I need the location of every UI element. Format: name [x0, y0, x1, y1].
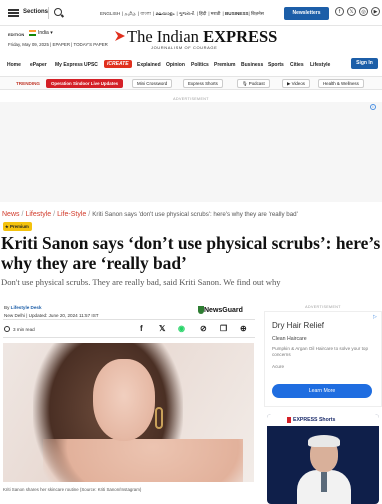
- advertisement-slot[interactable]: [0, 102, 382, 202]
- x-share-icon[interactable]: 𝕏: [159, 324, 165, 333]
- author-link[interactable]: Lifestyle Desk: [11, 305, 42, 310]
- image-caption: Kriti Sanon shares her skincare routine …: [3, 487, 142, 492]
- express-shorts-widget[interactable]: EXPRESS Shorts: [267, 414, 379, 504]
- lang-link[interactable]: தமிழ்: [125, 11, 136, 16]
- nav-cities[interactable]: Cities: [290, 62, 304, 68]
- shorts-thumbnail[interactable]: [297, 435, 351, 504]
- newsletters-button[interactable]: Newsletters: [284, 7, 329, 20]
- trending-bar: TRENDING Operation Sindoor Live Updates …: [0, 76, 382, 90]
- x-icon[interactable]: 𝕏: [347, 7, 356, 16]
- article-hero-image: [3, 343, 254, 482]
- ad-title: Dry Hair Relief: [272, 321, 325, 330]
- facebook-icon[interactable]: f: [335, 7, 344, 16]
- breadcrumb-current: Kriti Sanon says 'don't use physical scr…: [92, 211, 298, 218]
- divider: [3, 337, 255, 338]
- byline: By Lifestyle Desk: [4, 305, 42, 310]
- ad-sponsor: Acure: [272, 364, 285, 369]
- nav-sports[interactable]: Sports: [268, 62, 284, 68]
- instagram-icon[interactable]: ◎: [359, 7, 368, 16]
- article-headline: Kriti Sanon says ‘don’t use physical scr…: [1, 233, 381, 273]
- lang-link[interactable]: ગુજરાતી: [179, 11, 195, 16]
- breadcrumb-news[interactable]: News: [2, 211, 20, 218]
- date-bar: Friday, May 09, 2025 | EPAPER | TODAY'S …: [8, 42, 108, 47]
- nav-opinion[interactable]: Opinion: [166, 62, 185, 68]
- facebook-share-icon[interactable]: f: [140, 324, 143, 333]
- nav-premium[interactable]: Premium: [214, 62, 235, 68]
- article-standfirst: Don't use physical scrubs. They are real…: [1, 277, 281, 287]
- lang-link[interactable]: ENGLISH: [100, 11, 120, 16]
- current-date: Friday, May 09, 2025: [8, 42, 49, 47]
- shorts-logo-icon: [287, 417, 291, 423]
- logo-tagline: JOURNALISM OF COURAGE: [151, 45, 218, 50]
- lang-link[interactable]: हिंदी: [199, 11, 206, 16]
- sections-label[interactable]: Sections: [23, 9, 48, 15]
- logo-indian: Indian: [156, 27, 204, 46]
- trending-label: TRENDING: [16, 81, 40, 86]
- lang-link[interactable]: बिज़नेस: [251, 11, 264, 16]
- trending-chip[interactable]: Operation Sindoor Live Updates: [46, 79, 124, 88]
- nav-epaper[interactable]: ePaper: [30, 62, 47, 68]
- nav-my-express[interactable]: My Express: [55, 62, 83, 68]
- nav-politics[interactable]: Politics: [191, 62, 209, 68]
- nav-explained[interactable]: Explained: [137, 62, 161, 68]
- logo-the: The: [127, 27, 157, 46]
- trending-chip[interactable]: Health & Wellness: [318, 79, 364, 88]
- trending-chip[interactable]: Express Shorts: [183, 79, 223, 88]
- clock-icon: [4, 326, 10, 332]
- logo-arrow-icon: [115, 31, 125, 41]
- newsguard-badge[interactable]: NewsGuard: [204, 307, 243, 314]
- lang-link[interactable]: বাংলা: [140, 11, 151, 16]
- add-source-icon[interactable]: ⊕: [240, 324, 247, 333]
- edition-select[interactable]: India ▾: [38, 30, 53, 36]
- ad-body: Pumpkin & Argan Oil Haircare to solve yo…: [272, 346, 369, 357]
- ad-learn-more-button[interactable]: Learn More: [272, 384, 372, 398]
- search-icon[interactable]: [54, 8, 62, 16]
- advertisement-label: ADVERTISEMENT: [173, 97, 209, 101]
- breadcrumb: News / Lifestyle / Life-Style / Kriti Sanon sa…: [2, 211, 298, 218]
- hamburger-menu-icon[interactable]: [8, 9, 19, 17]
- ad-info-icon[interactable]: i: [370, 104, 376, 110]
- bookmark-icon[interactable]: ❐: [220, 324, 227, 333]
- link-share-icon[interactable]: ⊘: [200, 324, 207, 333]
- shorts-title: EXPRESS Shorts: [293, 417, 336, 423]
- ad-choices-icon[interactable]: ▷: [373, 314, 377, 320]
- business-link[interactable]: BUSINESS: [225, 11, 249, 16]
- top-bar: Sections ENGLISH | தமிழ் | বাংলা | മലയാളം | …: [0, 0, 382, 26]
- lang-link[interactable]: मराठी: [211, 11, 221, 16]
- breadcrumb-life-style[interactable]: Life-Style: [57, 211, 86, 218]
- divider: [3, 319, 255, 320]
- nav-upsc[interactable]: UPSC: [84, 62, 98, 68]
- read-time: 3 min read: [13, 327, 35, 332]
- india-flag-icon: [29, 30, 36, 36]
- nav-home[interactable]: Home: [7, 62, 21, 68]
- logo-express: EXPRESS: [203, 27, 278, 46]
- lang-link[interactable]: മലയാളം: [155, 11, 174, 16]
- side-advertisement[interactable]: ▷ Dry Hair Relief Clean Haircare Pumpkin…: [264, 311, 382, 407]
- language-links: ENGLISH | தமிழ் | বাংলা | മലയാളം | ગુજરાતી | …: [100, 11, 264, 16]
- breadcrumb-lifestyle[interactable]: Lifestyle: [25, 211, 51, 218]
- youtube-icon[interactable]: ▶: [371, 7, 380, 16]
- nav-lifestyle[interactable]: Lifestyle: [310, 62, 330, 68]
- todays-paper-link[interactable]: TODAY'S PAPER: [74, 42, 108, 47]
- article-dateline: New Delhi | Updated: June 20, 2024 11:57…: [4, 313, 99, 318]
- main-nav: Home ePaper My Express UPSC iCREATE Expl…: [0, 58, 382, 72]
- trending-chip[interactable]: Mini Crossword: [132, 79, 173, 88]
- nav-business[interactable]: Business: [241, 62, 263, 68]
- advertisement-label: ADVERTISEMENT: [305, 305, 341, 309]
- edition-label: EDITION: [8, 32, 25, 37]
- sign-in-button[interactable]: Sign In: [351, 58, 378, 69]
- ad-brand: Clean Haircare: [272, 336, 307, 342]
- trending-chip[interactable]: ▶ Videos: [282, 79, 310, 88]
- shorts-header: EXPRESS Shorts: [267, 414, 379, 426]
- premium-badge: Premium: [3, 222, 32, 231]
- whatsapp-share-icon[interactable]: ◉: [178, 324, 185, 333]
- divider: [48, 7, 49, 19]
- epaper-link[interactable]: EPAPER: [53, 42, 71, 47]
- trending-chip[interactable]: 🎙 Podcast: [237, 79, 270, 88]
- nav-icreate[interactable]: iCREATE: [104, 60, 132, 68]
